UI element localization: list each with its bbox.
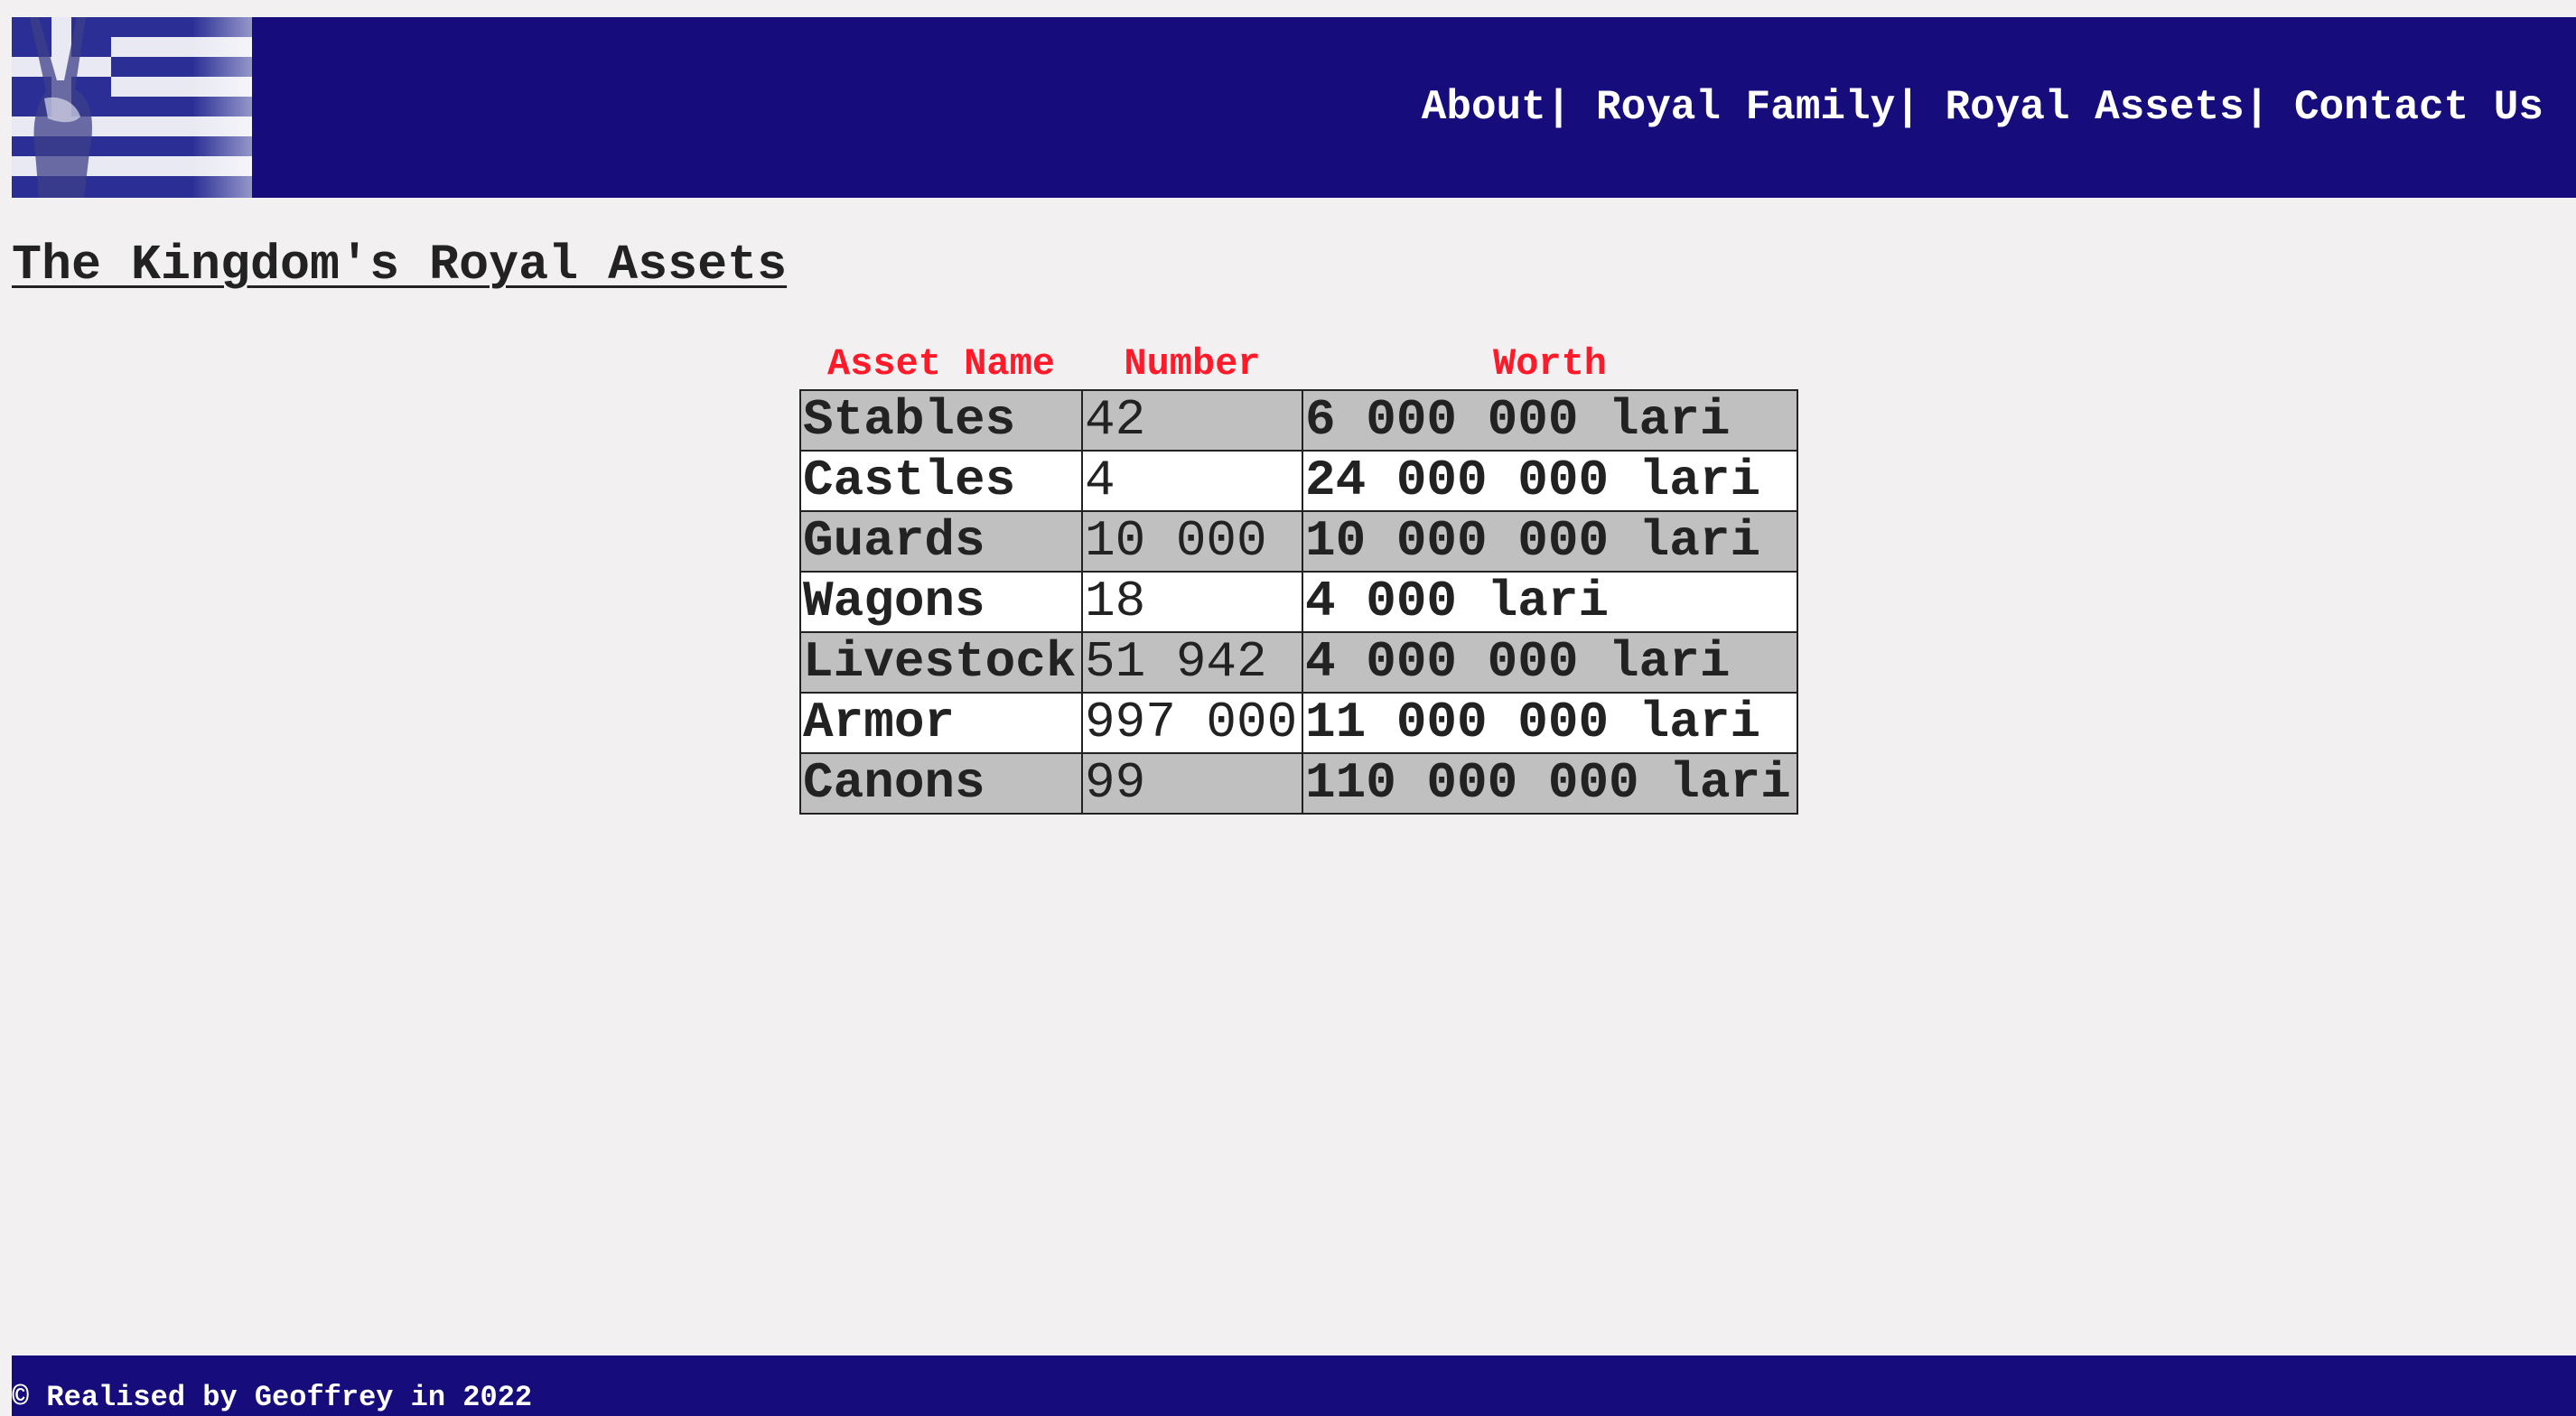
nav-royal-family-link[interactable]: Royal Family [1596, 84, 1895, 131]
column-header-worth: Worth [1492, 342, 1608, 386]
nav-separator: | [1895, 84, 1946, 131]
page-title: The Kingdom's Royal Assets [12, 237, 788, 293]
asset-name-cell: Guards [799, 510, 1083, 573]
nav-separator: | [1545, 84, 1596, 131]
footer-credit: © Realised by Geoffrey in 2022 [12, 1381, 533, 1414]
greek-flag-peace-hand-icon[interactable] [12, 17, 252, 198]
table-row: Wagons 18 4 000 lari [799, 571, 1798, 633]
asset-name-cell: Stables [799, 389, 1083, 452]
asset-number-cell: 4 [1081, 450, 1303, 512]
royal-assets-table: Asset Name Number Worth Stables 42 6 000… [799, 339, 1798, 815]
asset-number-cell: 997 000 [1081, 692, 1303, 754]
asset-name-cell: Castles [799, 450, 1083, 512]
site-header: About | Royal Family | Royal Assets | Conta… [12, 17, 2576, 198]
asset-worth-cell: 4 000 000 lari [1302, 631, 1798, 694]
nav-royal-assets-link[interactable]: Royal Assets [1945, 84, 2244, 131]
asset-number-cell: 18 [1081, 571, 1303, 633]
asset-number-cell: 51 942 [1081, 631, 1303, 694]
nav-separator: | [2244, 84, 2294, 131]
table-row: Guards 10 000 10 000 000 lari [799, 510, 1798, 573]
asset-worth-cell: 24 000 000 lari [1302, 450, 1798, 512]
column-header-number: Number [1124, 342, 1261, 386]
table-row: Livestock 51 942 4 000 000 lari [799, 631, 1798, 694]
site-footer: © Realised by Geoffrey in 2022 [12, 1355, 2576, 1416]
nav-about-link[interactable]: About [1422, 84, 1546, 131]
nav-contact-us-link[interactable]: Contact Us [2294, 84, 2543, 131]
column-header-asset-name: Asset Name [826, 342, 1056, 386]
table-row: Castles 4 24 000 000 lari [799, 450, 1798, 512]
asset-number-cell: 10 000 [1081, 510, 1303, 573]
main-nav: About | Royal Family | Royal Assets | Conta… [1422, 17, 2543, 198]
asset-worth-cell: 4 000 lari [1302, 571, 1798, 633]
table-header-row: Asset Name Number Worth [800, 339, 1797, 390]
asset-name-cell: Livestock [799, 631, 1083, 694]
asset-name-cell: Canons [799, 752, 1083, 815]
asset-number-cell: 99 [1081, 752, 1303, 815]
table-row: Canons 99 110 000 000 lari [799, 752, 1798, 815]
asset-worth-cell: 6 000 000 lari [1302, 389, 1798, 452]
asset-worth-cell: 10 000 000 lari [1302, 510, 1798, 573]
asset-worth-cell: 110 000 000 lari [1302, 752, 1798, 815]
asset-worth-cell: 11 000 000 lari [1302, 692, 1798, 754]
asset-name-cell: Armor [799, 692, 1083, 754]
asset-name-cell: Wagons [799, 571, 1083, 633]
table-row: Armor 997 000 11 000 000 lari [799, 692, 1798, 754]
asset-number-cell: 42 [1081, 389, 1303, 452]
table-row: Stables 42 6 000 000 lari [799, 389, 1798, 452]
